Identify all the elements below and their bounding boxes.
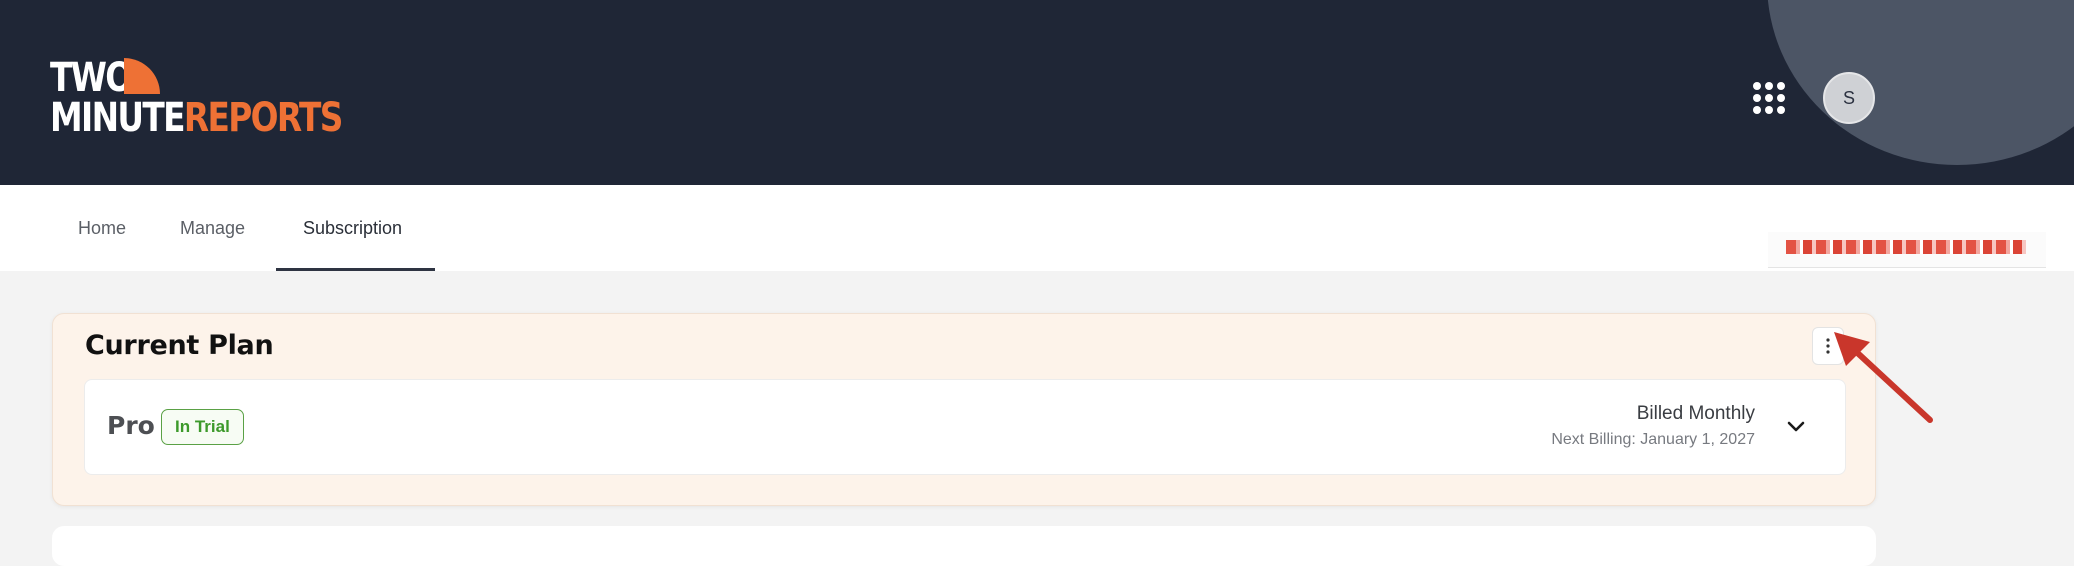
logo-minute: MINUTE xyxy=(50,95,186,141)
next-section-card xyxy=(52,526,1876,566)
user-avatar[interactable]: S xyxy=(1823,72,1875,124)
plan-name: Pro xyxy=(107,411,155,440)
billing-cycle: Billed Monthly xyxy=(1636,403,1755,424)
tab-home[interactable]: Home xyxy=(78,185,126,271)
annotation-arrow-icon xyxy=(1834,332,1933,423)
chevron-down-icon[interactable] xyxy=(1781,412,1811,442)
logo-quarter-circle-icon xyxy=(124,58,160,94)
decorative-circle xyxy=(1767,0,2074,165)
tab-subscription[interactable]: Subscription xyxy=(303,185,402,271)
status-badge: In Trial xyxy=(161,409,244,445)
logo-reports: REPORTS xyxy=(183,95,344,141)
apps-grid-icon[interactable] xyxy=(1752,81,1786,115)
redaction-pixels xyxy=(1786,240,2026,254)
tab-bar: Home Manage Subscription xyxy=(0,185,2074,271)
next-billing-date: Next Billing: January 1, 2027 xyxy=(1551,431,1755,448)
top-header: TWO MINUTEREPORTS S xyxy=(0,0,2074,185)
current-plan-title: Current Plan xyxy=(85,330,274,361)
plan-summary-row[interactable]: Pro In Trial Billed Monthly Next Billing… xyxy=(84,379,1846,475)
two-minute-reports-logo[interactable]: TWO MINUTEREPORTS xyxy=(50,55,343,140)
logo-line2: MINUTEREPORTS xyxy=(50,95,344,141)
billing-info: Billed Monthly Next Billing: January 1, … xyxy=(1551,402,1755,449)
tab-manage[interactable]: Manage xyxy=(180,185,245,271)
current-plan-card: Current Plan Pro In Trial Billed Monthly… xyxy=(52,313,1876,506)
active-tab-indicator xyxy=(276,268,435,271)
logo-line1: TWO xyxy=(50,55,133,101)
redacted-info xyxy=(1768,232,2046,268)
